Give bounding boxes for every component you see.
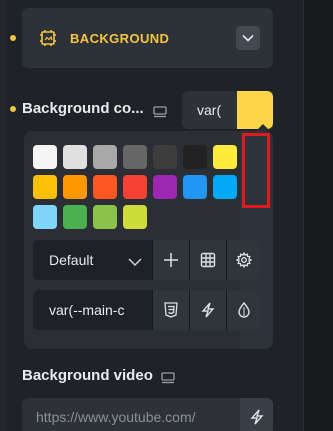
color-swatch[interactable]: [213, 145, 237, 169]
background-video-placeholder: https://www.youtube.com/: [36, 409, 196, 425]
color-swatch[interactable]: [63, 175, 87, 199]
background-color-value: var(: [197, 102, 222, 118]
color-swatch[interactable]: [33, 175, 57, 199]
color-swatch[interactable]: [33, 205, 57, 229]
color-swatch[interactable]: [213, 175, 237, 199]
section-title: BACKGROUND: [70, 30, 170, 46]
chevron-down-icon[interactable]: [128, 254, 142, 267]
color-swatch[interactable]: [33, 145, 57, 169]
color-swatch[interactable]: [153, 145, 177, 169]
desktop-icon[interactable]: [153, 105, 167, 118]
left-sidebar-rail: [0, 0, 6, 431]
popover-arrow: [256, 124, 270, 131]
background-video-input[interactable]: https://www.youtube.com/: [22, 398, 240, 431]
palette-settings-button[interactable]: [226, 240, 261, 280]
color-swatch[interactable]: [123, 205, 147, 229]
plus-icon: [164, 253, 178, 267]
color-swatch[interactable]: [63, 205, 87, 229]
dynamic-data-button[interactable]: [189, 290, 226, 330]
color-swatch[interactable]: [123, 145, 147, 169]
palette-dropdown-value[interactable]: Default: [49, 252, 93, 268]
css3-icon: [164, 302, 178, 318]
grid-view-button[interactable]: [189, 240, 226, 280]
color-swatch[interactable]: [183, 145, 207, 169]
background-video-label: Background video: [22, 367, 153, 384]
color-variable-group: var(--main-c: [33, 290, 261, 330]
lightning-icon: [249, 409, 264, 425]
grid-icon: [200, 252, 216, 268]
drop-icon: [238, 302, 250, 318]
lightning-icon: [201, 302, 215, 318]
desktop-icon[interactable]: [161, 371, 175, 384]
section-header-background[interactable]: BACKGROUND: [22, 8, 273, 68]
color-swatch[interactable]: [93, 205, 117, 229]
highlight-annotation: [242, 133, 270, 208]
color-swatch[interactable]: [153, 175, 177, 199]
color-swatch[interactable]: [63, 145, 87, 169]
color-swatch[interactable]: [183, 175, 207, 199]
css3-button[interactable]: [152, 290, 189, 330]
color-variable-input[interactable]: var(--main-c: [49, 302, 154, 318]
add-color-button[interactable]: [152, 240, 189, 280]
color-swatch[interactable]: [123, 175, 147, 199]
color-swatch[interactable]: [93, 175, 117, 199]
background-color-label: Background co...: [22, 100, 144, 117]
chevron-down-icon: [242, 34, 254, 42]
field-changed-dot: [10, 106, 16, 112]
right-scrollbar-track[interactable]: [303, 0, 333, 431]
video-dynamic-data-button[interactable]: [240, 398, 273, 431]
palette-select-group: Default: [33, 240, 261, 280]
color-picker-button[interactable]: [226, 290, 261, 330]
color-swatch[interactable]: [93, 145, 117, 169]
gear-icon: [236, 252, 252, 268]
section-indicator-dot: [10, 35, 16, 41]
section-toggle-button[interactable]: [236, 26, 260, 50]
background-frame-icon: [36, 26, 60, 50]
